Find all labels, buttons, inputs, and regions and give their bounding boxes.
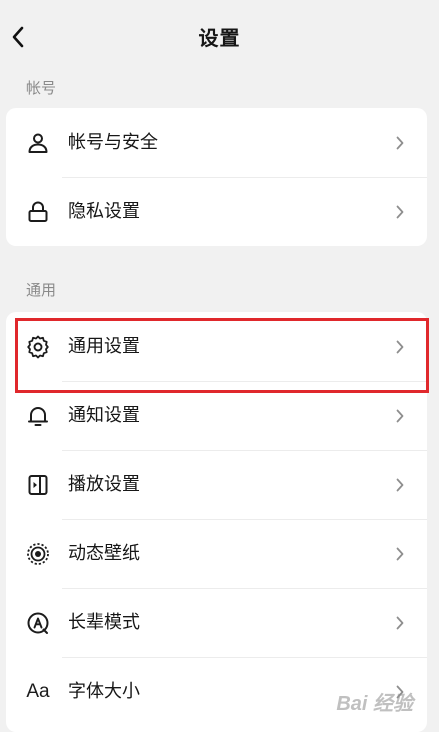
settings-item-notifications[interactable]: 通知设置 bbox=[6, 381, 427, 450]
section-label-account: 帐号 bbox=[26, 79, 57, 97]
chevron-right-icon bbox=[396, 136, 404, 149]
general-settings-card: 通用设置 通知设置 播放设置 动态壁纸 长辈模式 Aa 字体大小 bbox=[6, 312, 427, 732]
chevron-right-icon bbox=[396, 340, 404, 353]
chevron-right-icon bbox=[396, 409, 404, 422]
settings-item-elder-mode[interactable]: 长辈模式 bbox=[6, 588, 427, 657]
chevron-right-icon bbox=[396, 616, 404, 629]
settings-item-general[interactable]: 通用设置 bbox=[6, 312, 427, 381]
chevron-right-icon bbox=[396, 547, 404, 560]
chevron-right-icon bbox=[396, 205, 404, 218]
settings-item-label: 播放设置 bbox=[68, 473, 140, 495]
bell-icon bbox=[26, 404, 50, 428]
elder-mode-icon bbox=[26, 611, 50, 635]
settings-item-playback[interactable]: 播放设置 bbox=[6, 450, 427, 519]
settings-item-label: 长辈模式 bbox=[68, 611, 140, 633]
font-size-icon-text: Aa bbox=[26, 680, 50, 702]
settings-item-account-security[interactable]: 帐号与安全 bbox=[6, 108, 427, 177]
watermark-logo: Bai 经验 bbox=[336, 693, 413, 715]
account-settings-card: 帐号与安全 隐私设置 bbox=[6, 108, 427, 246]
section-label-general: 通用 bbox=[26, 281, 57, 299]
playback-icon bbox=[26, 473, 50, 497]
font-size-icon: Aa bbox=[26, 680, 50, 704]
settings-item-label: 通知设置 bbox=[68, 404, 140, 426]
settings-item-label: 帐号与安全 bbox=[68, 131, 158, 153]
live-wallpaper-icon bbox=[26, 542, 50, 566]
settings-item-label: 隐私设置 bbox=[68, 200, 140, 222]
user-icon bbox=[26, 131, 50, 155]
lock-icon bbox=[26, 200, 50, 224]
settings-item-privacy[interactable]: 隐私设置 bbox=[6, 177, 427, 246]
settings-item-label: 动态壁纸 bbox=[68, 542, 140, 564]
gear-icon bbox=[26, 335, 50, 359]
navigation-bar: 设置 bbox=[0, 0, 439, 76]
chevron-right-icon bbox=[396, 478, 404, 491]
settings-item-label: 字体大小 bbox=[68, 680, 140, 702]
settings-item-live-wallpaper[interactable]: 动态壁纸 bbox=[6, 519, 427, 588]
settings-item-label: 通用设置 bbox=[68, 335, 140, 357]
page-title: 设置 bbox=[198, 26, 241, 50]
